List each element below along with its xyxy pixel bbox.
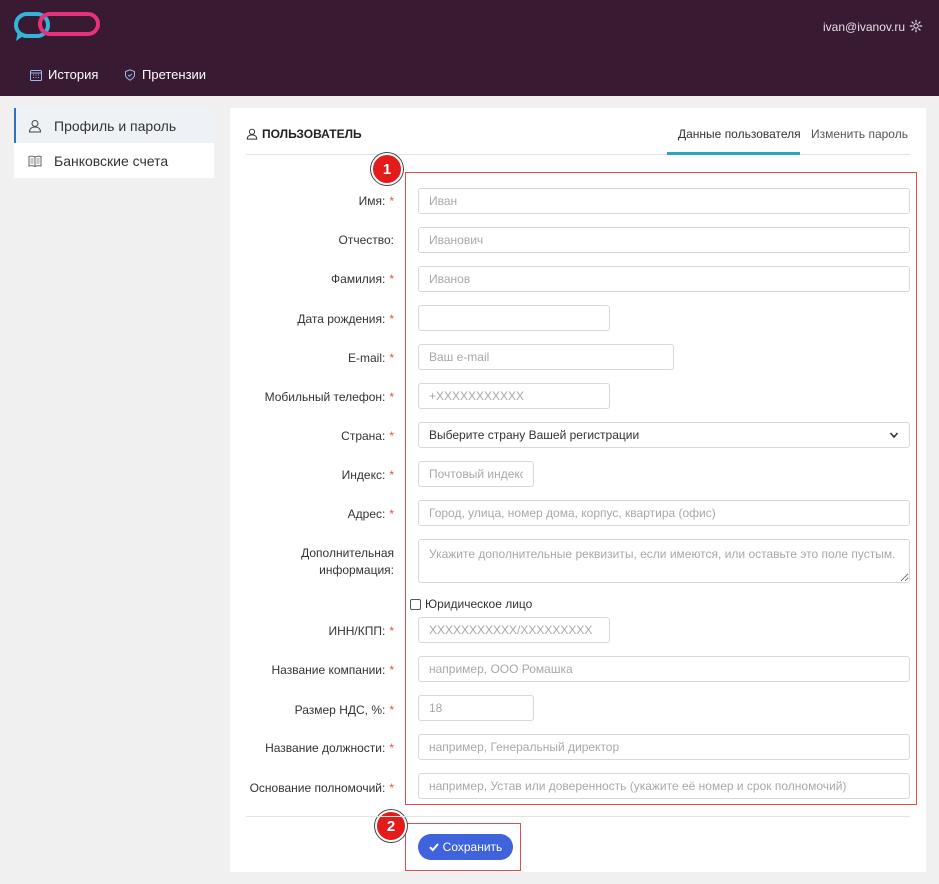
extra-info-label: Дополнительная информация: <box>301 546 394 577</box>
inn-label: ИНН/КПП: * <box>328 624 394 638</box>
patronymic-input[interactable] <box>418 227 910 253</box>
last-name-input[interactable] <box>418 266 910 292</box>
last-name-label: Фамилия: * <box>331 272 394 286</box>
phone-input[interactable] <box>418 383 610 409</box>
calendar-icon <box>30 69 42 81</box>
legal-entity-checkbox[interactable] <box>410 598 421 610</box>
legal-entity-checkbox-row[interactable]: Юридическое лицо <box>410 597 532 611</box>
shield-icon <box>125 68 135 81</box>
annotation-badge-1: 1 <box>371 153 403 185</box>
sidebar-item-label: Банковские счета <box>54 152 169 169</box>
book-icon <box>28 155 42 167</box>
top-header: ivan@ivanov.ru История Претензии <box>0 0 939 96</box>
user-email-link[interactable]: ivan@ivanov.ru <box>823 20 905 34</box>
check-icon <box>428 843 439 852</box>
zip-label: Индекс: * <box>341 468 394 482</box>
nav-claims-label: Претензии <box>142 67 207 82</box>
annotation-badge-2: 2 <box>375 810 407 842</box>
address-label: Адрес: * <box>347 507 394 521</box>
vat-label: Размер НДС, %: * <box>294 703 394 717</box>
user-card: ПОЛЬЗОВАТЕЛЬ Данные пользователя Изменит… <box>230 108 926 872</box>
birth-date-label: Дата рождения: * <box>297 312 394 326</box>
tabs-divider <box>246 154 910 155</box>
patronymic-label: Отчество: <box>338 233 395 247</box>
form-footer-divider <box>246 816 910 817</box>
company-label: Название компании: * <box>271 663 394 677</box>
active-tab-indicator <box>667 152 800 155</box>
position-label: Название должности: * <box>265 741 394 755</box>
inn-input[interactable] <box>418 617 610 643</box>
legal-entity-label: Юридическое лицо <box>425 597 533 611</box>
authority-input[interactable] <box>418 773 910 799</box>
first-name-label: Имя: * <box>358 194 394 208</box>
email-label: E-mail: * <box>347 351 394 365</box>
country-select-value: Выберите страну Вашей регистрации <box>429 428 640 442</box>
sidebar-item-label: Профиль и пароль <box>54 117 177 134</box>
tab-user-data[interactable]: Данные пользователя <box>678 127 801 141</box>
save-button-label: Сохранить <box>442 840 503 854</box>
nav-history-label: История <box>48 67 99 82</box>
sidebar-item-profile[interactable]: Профиль и пароль <box>14 108 214 143</box>
email-input[interactable] <box>418 344 674 370</box>
sidebar-item-bank-accounts[interactable]: Банковские счета <box>14 143 214 178</box>
card-title-text: ПОЛЬЗОВАТЕЛЬ <box>262 127 362 141</box>
gear-icon[interactable] <box>909 19 923 33</box>
birth-date-input[interactable] <box>418 305 610 331</box>
zip-input[interactable] <box>418 461 534 487</box>
authority-label: Основание полномочий: * <box>249 781 394 795</box>
user-icon <box>28 119 42 132</box>
first-name-input[interactable] <box>418 188 910 214</box>
address-input[interactable] <box>418 500 910 526</box>
country-label: Страна: * <box>341 429 394 443</box>
nav-claims[interactable]: Претензии <box>124 67 206 82</box>
save-button[interactable]: Сохранить <box>418 834 513 860</box>
tab-change-password[interactable]: Изменить пароль <box>811 127 908 141</box>
sidebar: Профиль и пароль Банковские счета <box>14 108 214 178</box>
nav-history[interactable]: История <box>30 67 98 82</box>
user-icon <box>246 128 258 140</box>
card-title: ПОЛЬЗОВАТЕЛЬ <box>246 127 362 141</box>
extra-info-textarea[interactable] <box>418 539 910 583</box>
logo-icon[interactable] <box>14 11 102 43</box>
phone-label: Мобильный телефон: * <box>264 390 394 404</box>
company-input[interactable] <box>418 656 910 682</box>
country-select[interactable]: Выберите страну Вашей регистрации <box>418 422 910 448</box>
vat-input[interactable] <box>418 695 534 721</box>
chevron-down-icon <box>889 432 899 439</box>
position-input[interactable] <box>418 734 910 760</box>
